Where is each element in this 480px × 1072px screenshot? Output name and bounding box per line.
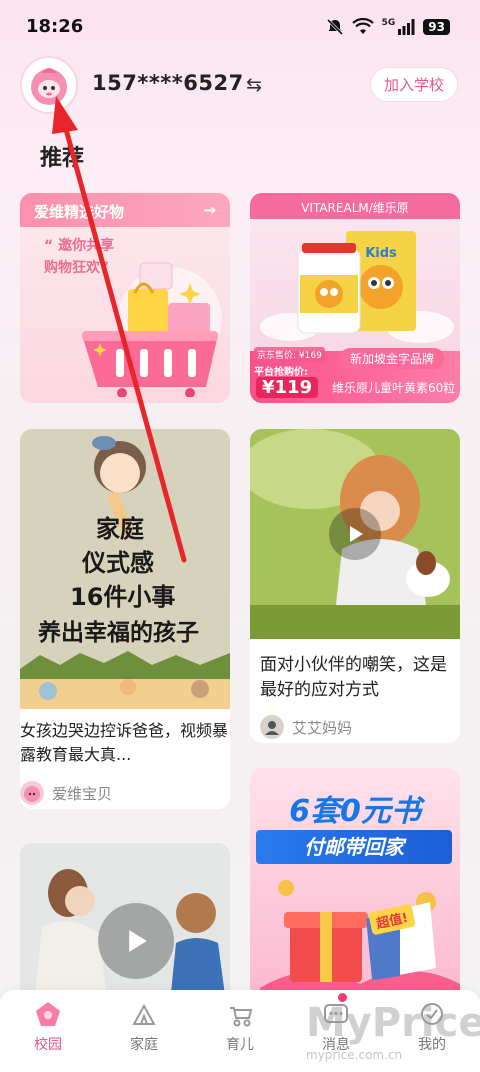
- nav-label: 育儿: [226, 1037, 254, 1053]
- mascot-avatar-icon: [31, 68, 67, 105]
- article-card-mockery[interactable]: 面对小伙伴的嘲笑，这是最好的应对方式 艾艾妈妈: [250, 429, 460, 743]
- article-cover-mockery: [250, 429, 460, 639]
- goods-card-title: 爱维精选好物: [34, 203, 125, 221]
- goods-promo-card[interactable]: 爱维精选好物 → “ 邀你共享 购物狂欢”: [20, 193, 230, 403]
- video-card-parenting[interactable]: [20, 843, 230, 1003]
- nav-campus[interactable]: 校园: [0, 990, 96, 1072]
- author-avatar: [20, 781, 44, 805]
- nav-label: 校园: [34, 1037, 62, 1053]
- wifi-icon: [351, 18, 374, 34]
- status-bar: 18:26 5G 93: [0, 0, 480, 56]
- play-button[interactable]: [329, 508, 381, 560]
- vitamin-product-image: Kids: [260, 231, 454, 343]
- vitamin-tag: 新加坡金字品牌: [340, 348, 445, 369]
- play-button[interactable]: [98, 903, 174, 979]
- arrow-right-icon: →: [203, 201, 216, 219]
- ritual-art-line2: 仪式感: [82, 549, 154, 577]
- vitamin-product-name: 维乐原儿童叶黄素60粒: [332, 381, 456, 395]
- svg-text:Kids: Kids: [365, 246, 397, 261]
- status-time: 18:26: [26, 16, 84, 37]
- person-avatar-icon: [265, 721, 279, 735]
- nav-label: 家庭: [130, 1037, 158, 1053]
- article-card-ritual[interactable]: 家庭 仪式感 16件小事 养出幸福的孩子 女孩边哭边控诉爸爸，视频暴露教育最大真…: [20, 429, 230, 809]
- ritual-art-line3: 16件小事: [70, 583, 176, 611]
- profile-header: 157****6527 ⇆ 加入学校: [0, 54, 480, 114]
- nav-parenting[interactable]: 育儿: [192, 990, 288, 1072]
- network-label: 5G: [381, 18, 396, 28]
- username[interactable]: 157****6527: [92, 71, 244, 95]
- article-author-mockery: 艾艾妈妈: [250, 715, 460, 739]
- books-promo-card[interactable]: 6套0元书 付邮带回家 超值!: [250, 768, 460, 1008]
- jd-price: 京东售价: ¥169: [254, 347, 325, 362]
- books-headline: 6套0元书: [289, 794, 421, 829]
- stroller-icon: [230, 1007, 253, 1027]
- ritual-art-line4: 养出幸福的孩子: [38, 620, 199, 646]
- books-banner-text: 付邮带回家: [304, 835, 404, 859]
- nav-family[interactable]: 家庭: [96, 990, 192, 1072]
- campus-icon: [36, 1002, 60, 1026]
- watermark: MyPrice: [306, 1000, 480, 1046]
- switch-account-icon[interactable]: ⇆: [246, 74, 262, 96]
- battery-indicator: 93: [423, 19, 450, 35]
- status-icons: 5G 93: [326, 18, 450, 36]
- article-title-mockery: 面对小伙伴的嘲笑，这是最好的应对方式: [260, 655, 447, 700]
- watermark-url: myprice.com.cn: [306, 1048, 403, 1062]
- vitamin-brand: VITAREALM/维乐原: [250, 193, 460, 219]
- article-title-ritual: 女孩边哭边控诉爸爸，视频暴露教育最大真...: [20, 721, 229, 764]
- section-title: 推荐: [40, 146, 85, 171]
- platform-price-label: 平台抢购价:: [254, 367, 308, 378]
- signal-icon: [398, 19, 415, 35]
- author-avatar: [260, 715, 284, 739]
- platform-price: ¥119: [256, 377, 319, 398]
- avatar[interactable]: [20, 56, 78, 114]
- shopping-basket-icon: [82, 262, 222, 397]
- article-author-ritual: 爱维宝贝: [20, 781, 230, 805]
- vitamin-product-card[interactable]: VITAREALM/维乐原 Kids 京东售价: ¥169 新加坡金字品牌 平台…: [250, 193, 460, 403]
- books-banner: 付邮带回家: [256, 830, 452, 864]
- goods-card-header: 爱维精选好物 →: [20, 193, 230, 227]
- mute-bell-icon: [326, 18, 343, 36]
- family-icon: [132, 1003, 156, 1025]
- ritual-art-line1: 家庭: [96, 515, 144, 543]
- author-name: 艾艾妈妈: [292, 718, 353, 737]
- gift-box-icon: [260, 880, 460, 1008]
- join-school-button[interactable]: 加入学校: [369, 67, 458, 102]
- author-name: 爱维宝贝: [52, 784, 113, 803]
- play-icon: [129, 930, 147, 952]
- mascot-icon: [24, 786, 40, 802]
- play-icon: [350, 526, 363, 542]
- article-cover-ritual: 家庭 仪式感 16件小事 养出幸福的孩子: [20, 429, 230, 709]
